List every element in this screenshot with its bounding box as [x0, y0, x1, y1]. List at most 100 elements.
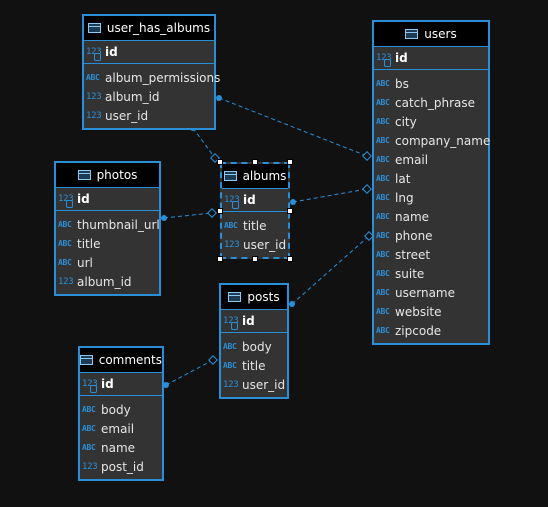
table-users[interactable]: users 123 id ABC bs ABC catch_phrase ABC city ABC…	[372, 20, 490, 345]
link-comments-posts	[165, 359, 214, 386]
primary-key-row[interactable]: 123 id	[222, 189, 288, 212]
table-header[interactable]: user_has_albums	[84, 16, 214, 41]
column-row[interactable]: ABC lat	[374, 169, 488, 188]
resize-handle[interactable]	[287, 207, 293, 214]
link-end-dot	[216, 95, 222, 101]
table-comments[interactable]: comments 123 id ABC body ABC email ABC name 123 po…	[78, 346, 164, 481]
resize-handle[interactable]	[252, 159, 258, 165]
column-row[interactable]: 123 user_id	[84, 106, 214, 125]
table-header[interactable]: posts	[221, 285, 287, 310]
link-user_has_albums-albums	[192, 127, 216, 159]
table-icon	[80, 355, 93, 365]
column-name: title	[243, 218, 267, 233]
column-name: email	[101, 421, 135, 436]
primary-key-row[interactable]: 123 id	[221, 310, 287, 333]
numeric-type-icon: 123	[223, 379, 239, 390]
table-icon	[223, 171, 237, 181]
primary-key-row[interactable]: 123 id	[374, 47, 488, 70]
link-end-diamond	[362, 184, 372, 194]
text-type-icon: ABC	[376, 98, 390, 107]
primary-key-row[interactable]: 123 id	[84, 41, 214, 64]
table-header[interactable]: users	[374, 22, 488, 47]
column-row[interactable]: ABC thumbnail_url	[56, 215, 160, 234]
table-icon	[405, 29, 419, 39]
text-type-icon: ABC	[376, 326, 390, 335]
column-row[interactable]: 123 post_id	[80, 457, 162, 476]
table-icon	[228, 292, 242, 302]
column-row[interactable]: 123 album_id	[56, 272, 159, 291]
numeric-type-icon: 123	[58, 276, 74, 287]
column-row[interactable]: ABC title	[222, 216, 288, 235]
resize-handle[interactable]	[217, 256, 223, 262]
text-type-icon: ABC	[376, 174, 390, 183]
table-posts[interactable]: posts 123 id ABC body ABC title 123 user_id	[219, 283, 289, 399]
link-end-diamond	[208, 355, 218, 365]
column-row[interactable]: ABC zipcode	[374, 321, 488, 340]
link-user_has_albums-users	[218, 97, 368, 157]
text-type-icon: ABC	[376, 136, 390, 145]
resize-handle[interactable]	[217, 159, 223, 165]
column-row[interactable]: ABC body	[80, 400, 162, 419]
resize-handle[interactable]	[287, 159, 293, 165]
column-row[interactable]: ABC website	[374, 302, 488, 321]
resize-handle[interactable]	[252, 256, 258, 262]
column-row[interactable]: ABC title	[221, 356, 287, 375]
column-row[interactable]: ABC body	[221, 337, 287, 356]
text-type-icon: ABC	[376, 307, 390, 316]
column-name: id	[242, 314, 255, 328]
column-name: user_id	[242, 377, 286, 392]
column-name: user_id	[243, 237, 287, 252]
column-name: id	[395, 51, 408, 65]
column-row[interactable]: ABC album_permissions	[84, 68, 220, 87]
column-name: company_name	[395, 133, 491, 148]
link-end-dot	[161, 215, 167, 221]
resize-handle[interactable]	[217, 207, 223, 214]
text-type-icon: ABC	[376, 155, 390, 164]
table-photos[interactable]: photos 123 id ABC thumbnail_url ABC title ABC ur…	[54, 161, 161, 296]
table-albums[interactable]: albums 123 id ABC title 123 user_id	[220, 162, 290, 259]
column-name: website	[395, 304, 442, 319]
key-type-icon: 123	[86, 47, 105, 61]
link-albums-users	[292, 188, 368, 203]
column-row[interactable]: ABC city	[374, 112, 488, 131]
column-name: album_permissions	[105, 70, 221, 85]
column-row[interactable]: ABC email	[80, 419, 162, 438]
column-name: title	[242, 358, 266, 373]
column-row[interactable]: 123 album_id	[84, 87, 214, 106]
text-type-icon: ABC	[86, 73, 100, 82]
table-title: user_has_albums	[106, 21, 211, 35]
resize-handle[interactable]	[287, 256, 293, 262]
column-row[interactable]: ABC name	[374, 207, 488, 226]
column-row[interactable]: ABC bs	[374, 74, 488, 93]
column-row[interactable]: ABC username	[374, 283, 488, 302]
text-type-icon: ABC	[223, 342, 237, 351]
column-name: post_id	[101, 459, 144, 474]
column-row[interactable]: ABC phone	[374, 226, 488, 245]
column-row[interactable]: 123 user_id	[221, 375, 287, 394]
column-name: id	[77, 192, 90, 206]
column-row[interactable]: 123 user_id	[222, 235, 288, 254]
column-row[interactable]: ABC url	[56, 253, 159, 272]
link-photos-albums	[163, 212, 213, 219]
column-name: thumbnail_url	[77, 217, 160, 232]
column-row[interactable]: ABC name	[80, 438, 162, 457]
text-type-icon: ABC	[58, 220, 72, 229]
primary-key-row[interactable]: 123 id	[80, 373, 162, 396]
column-row[interactable]: ABC email	[374, 150, 488, 169]
column-row[interactable]: ABC company_name	[374, 131, 491, 150]
column-name: catch_phrase	[395, 95, 476, 110]
numeric-type-icon: 123	[86, 91, 102, 102]
column-row[interactable]: ABC street	[374, 245, 488, 264]
column-row[interactable]: ABC lng	[374, 188, 488, 207]
column-row[interactable]: ABC title	[56, 234, 159, 253]
column-row[interactable]: ABC catch_phrase	[374, 93, 488, 112]
table-title: posts	[247, 290, 280, 304]
column-row[interactable]: ABC suite	[374, 264, 488, 283]
key-type-icon: 123	[224, 195, 243, 209]
column-name: lng	[395, 190, 414, 205]
table-header[interactable]: albums	[222, 164, 288, 189]
table-header[interactable]: comments	[80, 348, 162, 373]
primary-key-row[interactable]: 123 id	[56, 188, 159, 211]
table-user_has_albums[interactable]: user_has_albums 123 id ABC album_permissions…	[82, 14, 220, 130]
table-header[interactable]: photos	[56, 163, 159, 188]
